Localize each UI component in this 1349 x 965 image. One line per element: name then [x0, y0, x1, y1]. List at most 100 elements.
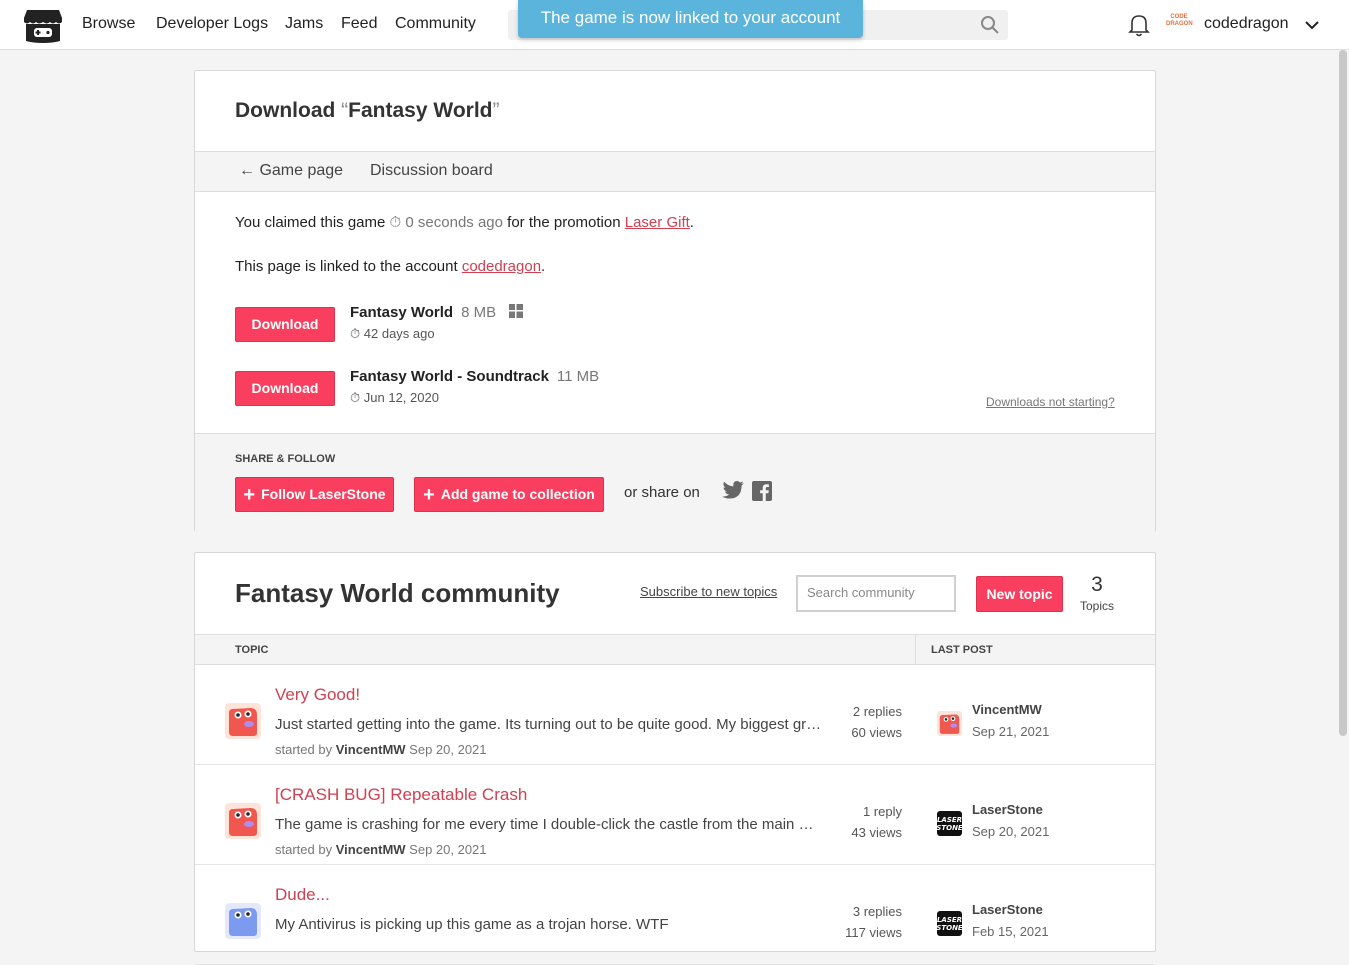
- user-avatar[interactable]: [225, 703, 261, 739]
- file-size: 11 MB: [556, 368, 600, 385]
- claimed-mid: for the promotion: [507, 214, 621, 231]
- download-panel: Download “Fantasy World” ← Game page Dis…: [194, 70, 1156, 532]
- topic-title[interactable]: Very Good!: [275, 685, 360, 705]
- header-divider: [915, 635, 916, 665]
- add-to-collection-button[interactable]: + Add game to collection: [414, 477, 604, 512]
- toast-message: The game is now linked to your account: [540, 8, 841, 27]
- user-avatar[interactable]: CODE DRAGON: [1166, 14, 1193, 36]
- last-post-column-header: LAST POST: [931, 644, 993, 656]
- subscribe-link[interactable]: Subscribe to new topics: [640, 584, 777, 599]
- topic-replies: 1 reply: [862, 804, 902, 819]
- topic-views: 60 views: [851, 725, 902, 740]
- topic-views: 117 views: [845, 925, 902, 940]
- last-post-date: Sep 20, 2021: [972, 824, 1050, 839]
- new-topic-button[interactable]: New topic: [976, 576, 1063, 612]
- nav-feed[interactable]: Feed: [341, 15, 377, 33]
- download-subnav: ← Game page Discussion board: [195, 151, 1155, 192]
- nav-developer-logs[interactable]: Developer Logs: [156, 15, 268, 33]
- game-page-link[interactable]: ← Game page: [239, 162, 343, 180]
- topic-replies: 2 replies: [852, 704, 902, 719]
- community-title: Fantasy World community: [235, 578, 560, 608]
- bell-icon[interactable]: [1128, 13, 1150, 37]
- claimed-suffix: .: [689, 214, 694, 231]
- linked-line: This page is linked to the account coded…: [235, 258, 545, 275]
- topic-row[interactable]: Very Good! Just started getting into the…: [195, 665, 1155, 765]
- topic-title[interactable]: Dude...: [275, 885, 330, 905]
- share-follow-section: SHARE & FOLLOW + Follow LaserStone + Add g…: [195, 433, 1155, 532]
- topic-column-header: TOPIC: [235, 644, 269, 656]
- chevron-down-icon[interactable]: [1303, 16, 1321, 34]
- file-date-soundtrack: ⏱ Jun 12, 2020: [350, 390, 439, 406]
- topic-row[interactable]: [CRASH BUG] Repeatable Crash The game is…: [195, 765, 1155, 865]
- file-date-game: ⏱ 42 days ago: [350, 326, 435, 342]
- laserstone-logo-icon[interactable]: LASER STONE: [937, 911, 962, 936]
- follow-label: Follow LaserStone: [261, 486, 386, 502]
- started-prefix: started by: [275, 742, 333, 757]
- last-post-user[interactable]: VincentMW: [972, 702, 1042, 717]
- account-link[interactable]: codedragon: [462, 258, 541, 275]
- twitter-icon[interactable]: [722, 481, 744, 499]
- claimed-line: You claimed this game ⏱ 0 seconds ago fo…: [235, 214, 694, 231]
- arrow-left-icon: ←: [239, 162, 255, 179]
- share-heading: SHARE & FOLLOW: [235, 453, 336, 465]
- topic-date: Sep 20, 2021: [409, 842, 487, 857]
- topic-stats: 2 replies 60 views: [835, 701, 902, 743]
- topic-row[interactable]: Dude... My Antivirus is picking up this …: [195, 865, 1155, 965]
- file-size: 8 MB: [461, 304, 497, 321]
- avatar-text: CODE DRAGON: [1166, 14, 1193, 27]
- stopwatch-icon: ⏱: [350, 390, 361, 405]
- plus-icon: +: [243, 484, 256, 506]
- follow-button[interactable]: + Follow LaserStone: [235, 477, 394, 512]
- nav-community[interactable]: Community: [395, 15, 476, 33]
- topic-replies: 3 replies: [852, 904, 902, 919]
- laserstone-logo-icon[interactable]: LASER STONE: [937, 811, 962, 836]
- collection-label: Add game to collection: [440, 486, 595, 502]
- claimed-prefix: You claimed this game: [235, 214, 386, 231]
- downloads-help-link[interactable]: Downloads not starting?: [986, 395, 1115, 409]
- topic-author[interactable]: VincentMW: [336, 842, 406, 857]
- promotion-link[interactable]: Laser Gift: [625, 214, 690, 231]
- windows-icon: [509, 304, 524, 318]
- username-label[interactable]: codedragon: [1204, 15, 1289, 33]
- download-title-prefix: Download: [235, 99, 342, 122]
- topic-excerpt: Just started getting into the game. Its …: [275, 716, 823, 733]
- last-post-avatar[interactable]: [937, 711, 962, 736]
- download-button-game[interactable]: Download: [235, 307, 335, 342]
- svg-text:STONE: STONE: [937, 924, 962, 932]
- community-panel: Fantasy World community Subscribe to new…: [194, 552, 1156, 965]
- last-post-user[interactable]: LaserStone: [972, 802, 1043, 817]
- discussion-board-link[interactable]: Discussion board: [370, 162, 493, 180]
- topic-title[interactable]: [CRASH BUG] Repeatable Crash: [275, 785, 527, 805]
- file-name-text: Fantasy World: [350, 304, 454, 321]
- game-page-label: Game page: [259, 162, 344, 179]
- file-name-text: Fantasy World - Soundtrack: [350, 368, 549, 385]
- close-quote: ”: [492, 99, 500, 122]
- topics-table-header: TOPIC LAST POST: [195, 634, 1155, 665]
- facebook-icon[interactable]: [752, 481, 772, 501]
- topic-meta: started by VincentMW Sep 20, 2021: [275, 742, 487, 757]
- nav-jams[interactable]: Jams: [285, 15, 323, 33]
- community-search-input[interactable]: Search community: [796, 575, 956, 612]
- user-avatar[interactable]: [225, 803, 261, 839]
- topic-count: 3: [1091, 573, 1103, 596]
- search-icon[interactable]: [980, 15, 1000, 35]
- stopwatch-icon: ⏱: [350, 326, 361, 341]
- itchio-logo-icon[interactable]: [23, 8, 63, 44]
- file-name-soundtrack: Fantasy World - Soundtrack 11 MB: [350, 368, 599, 385]
- last-post-date: Sep 21, 2021: [972, 724, 1050, 739]
- download-button-soundtrack[interactable]: Download: [235, 371, 335, 406]
- topic-author[interactable]: VincentMW: [336, 742, 406, 757]
- svg-text:LASER: LASER: [937, 916, 962, 924]
- linked-suffix: .: [541, 258, 546, 275]
- scrollbar-thumb[interactable]: [1339, 50, 1347, 736]
- nav-browse[interactable]: Browse: [82, 15, 135, 33]
- started-prefix: started by: [275, 842, 333, 857]
- topic-stats: 1 reply 43 views: [835, 801, 902, 843]
- file-date-text: 42 days ago: [363, 326, 435, 341]
- topic-stats: 3 replies 117 views: [835, 901, 902, 943]
- topic-views: 43 views: [851, 825, 902, 840]
- last-post-user[interactable]: LaserStone: [972, 902, 1043, 917]
- download-game-name: Fantasy World: [348, 99, 493, 122]
- plus-icon: +: [423, 484, 435, 506]
- topic-excerpt: My Antivirus is picking up this game as …: [275, 916, 669, 933]
